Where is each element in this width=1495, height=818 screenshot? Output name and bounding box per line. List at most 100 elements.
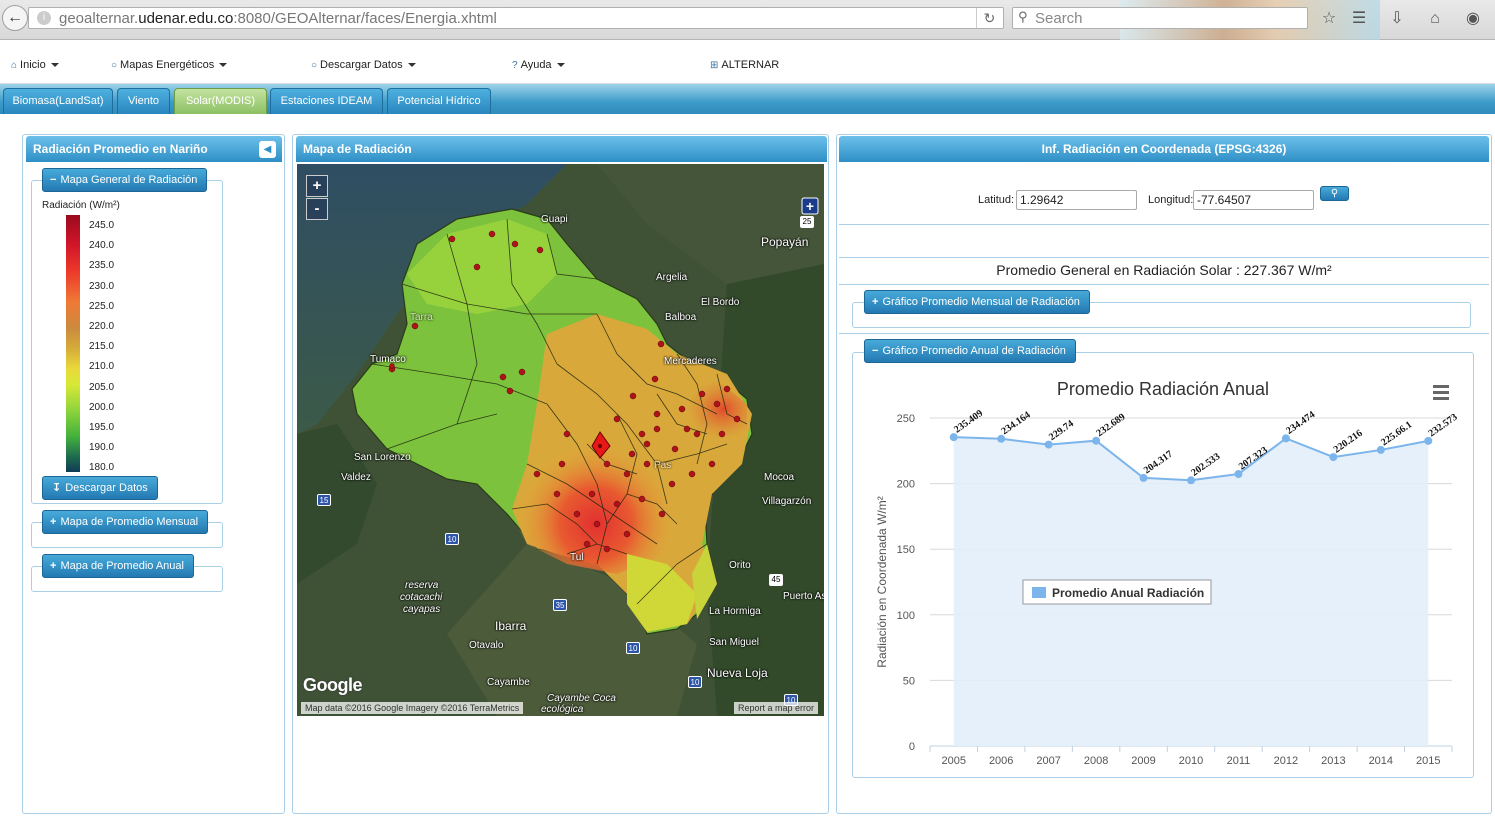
- chart-menu-icon[interactable]: [1433, 385, 1449, 388]
- reload-icon[interactable]: ↻: [976, 8, 1002, 28]
- scale-value: 210.0: [89, 361, 115, 373]
- map-label: Tul: [570, 552, 584, 563]
- search-coordinate-button[interactable]: ⚲: [1320, 186, 1349, 201]
- menu-alternar[interactable]: ⊞ ALTERNAR: [710, 59, 779, 71]
- scale-title: Radiación (W/m²): [42, 200, 120, 211]
- data-label: 235.409: [952, 408, 985, 436]
- data-label: 229.74: [1047, 418, 1076, 443]
- minus-icon: −: [50, 174, 57, 186]
- bookmark-star-icon[interactable]: ☆: [1318, 8, 1340, 30]
- scale-value: 205.0: [89, 381, 115, 393]
- google-logo: Google: [303, 675, 363, 695]
- zoom-out-button[interactable]: -: [306, 198, 328, 220]
- map-label: Balboa: [665, 312, 697, 323]
- map-label: Nueva Loja: [707, 666, 768, 680]
- plus-icon: +: [872, 296, 879, 308]
- tab-viento[interactable]: Viento: [117, 88, 170, 114]
- tab-potencial-hidrico[interactable]: Potencial Hídrico: [387, 88, 491, 114]
- left-panel-title-text: Radiación Promedio en Nariño: [33, 142, 208, 156]
- privacy-mask-icon[interactable]: ◉: [1462, 8, 1484, 30]
- divider: [839, 333, 1489, 334]
- road-shield: 10: [445, 533, 459, 545]
- caret-down-icon: [407, 63, 416, 68]
- longitude-input[interactable]: [1193, 190, 1314, 210]
- tab-solar[interactable]: Solar(MODIS): [174, 88, 267, 114]
- url-bar[interactable]: i geoalternar.udenar.edu.co:8080/GEOAlte…: [28, 7, 1004, 29]
- road-shield: 10: [626, 642, 640, 654]
- bookmarks-list-icon[interactable]: ☰: [1348, 8, 1370, 30]
- grid-icon: ⊞: [710, 60, 719, 71]
- annual-map-toggle[interactable]: + Mapa de Promedio Anual: [42, 554, 194, 578]
- data-label: 202.533: [1189, 451, 1222, 479]
- x-tick-label: 2015: [1416, 755, 1440, 767]
- map-canvas: +: [297, 164, 824, 716]
- general-map-toggle[interactable]: − Mapa General de Radiación: [42, 168, 208, 192]
- scale-value: 235.0: [89, 260, 115, 272]
- summary-text: Promedio General en Radiación Solar : 22…: [996, 262, 1332, 278]
- map-label: El Bordo: [701, 297, 740, 308]
- home-icon[interactable]: ⌂: [1424, 8, 1446, 30]
- info-strip: [839, 224, 1489, 258]
- report-map-error-link[interactable]: Report a map error: [734, 702, 819, 714]
- scale-value: 240.0: [89, 240, 115, 252]
- download-icon[interactable]: ⇩: [1386, 8, 1408, 30]
- longitude-label: Longitud:: [1148, 194, 1194, 206]
- monthly-chart-toggle[interactable]: + Gráfico Promedio Mensual de Radiación: [864, 290, 1090, 314]
- middle-panel-title: Mapa de Radiación: [296, 136, 827, 162]
- user-icon: ○: [111, 60, 118, 71]
- monthly-map-toggle[interactable]: + Mapa de Promedio Mensual: [42, 510, 209, 534]
- map-label: cotacachi: [400, 592, 443, 603]
- left-panel-title: Radiación Promedio en Nariño: [26, 136, 282, 162]
- menu-label: Inicio: [20, 59, 46, 71]
- annual-chart-toggle[interactable]: − Gráfico Promedio Anual de Radiación: [864, 339, 1076, 363]
- scale-value: 230.0: [89, 280, 115, 292]
- tab-estaciones-ideam[interactable]: Estaciones IDEAM: [270, 88, 383, 114]
- data-label: 232.573: [1427, 412, 1460, 440]
- x-tick-label: 2009: [1131, 755, 1155, 767]
- chart-menu-icon[interactable]: [1433, 391, 1449, 394]
- globe-icon: i: [37, 11, 51, 25]
- chart-menu-icon[interactable]: [1433, 397, 1449, 400]
- menu-label: Descargar Datos: [320, 59, 403, 71]
- scale-value: 245.0: [89, 220, 115, 231]
- scale-value: 180.0: [89, 462, 115, 474]
- menu-ayuda[interactable]: ? Ayuda: [512, 59, 565, 71]
- search-input[interactable]: ⚲ Search: [1012, 7, 1308, 29]
- y-tick-label: 250: [897, 413, 915, 425]
- map-label: Argelia: [656, 272, 688, 283]
- latitude-input[interactable]: [1016, 190, 1137, 210]
- x-tick-label: 2005: [941, 755, 965, 767]
- annual-map-legend: Mapa de Promedio Anual: [60, 560, 184, 572]
- menu-label: Mapas Energéticos: [120, 59, 215, 71]
- menu-label: Ayuda: [520, 59, 552, 71]
- menu-descargar-datos[interactable]: ○ Descargar Datos: [311, 59, 416, 71]
- search-placeholder: Search: [1035, 10, 1083, 27]
- y-axis-label: Radiación en Coordenada W/m²: [875, 496, 889, 667]
- caret-down-icon: [556, 63, 565, 68]
- data-label: 220.216: [1332, 428, 1365, 456]
- legend-label[interactable]: Promedio Anual Radiación: [1052, 586, 1204, 600]
- x-tick-label: 2008: [1084, 755, 1108, 767]
- radiation-map[interactable]: + + - Guapi Popayán Argelia El Bordo Bal…: [297, 164, 824, 716]
- zoom-in-button[interactable]: +: [306, 175, 328, 197]
- map-attribution[interactable]: Map data ©2016 Google Imagery ©2016 Terr…: [301, 702, 524, 714]
- scale-value: 215.0: [89, 341, 115, 353]
- x-tick-label: 2010: [1179, 755, 1203, 767]
- y-tick-label: 150: [897, 544, 915, 556]
- map-label: Tumaco: [370, 354, 406, 365]
- plus-icon: +: [50, 516, 57, 528]
- tab-biomasa[interactable]: Biomasa(LandSat): [3, 88, 113, 114]
- chart-title: Promedio Radiación Anual: [1057, 379, 1269, 399]
- map-label: Cayambe: [487, 677, 530, 688]
- menu-mapas-energeticos[interactable]: ○ Mapas Energéticos: [111, 59, 228, 71]
- back-button[interactable]: ←: [2, 5, 28, 31]
- menu-inicio[interactable]: ⌂ Inicio: [11, 59, 59, 71]
- map-label: San Miguel: [709, 637, 760, 648]
- collapse-left-icon[interactable]: ◀: [259, 141, 276, 158]
- download-data-button[interactable]: ↧ Descargar Datos: [42, 476, 158, 500]
- y-tick-label: 50: [903, 675, 915, 687]
- url-path: :8080/GEOAlternar/faces/Energia.xhtml: [233, 10, 497, 27]
- scale-value: 190.0: [89, 442, 115, 454]
- map-label: ecológica: [541, 704, 584, 715]
- right-panel-title-text: Inf. Radiación en Coordenada (EPSG:4326): [1041, 142, 1287, 156]
